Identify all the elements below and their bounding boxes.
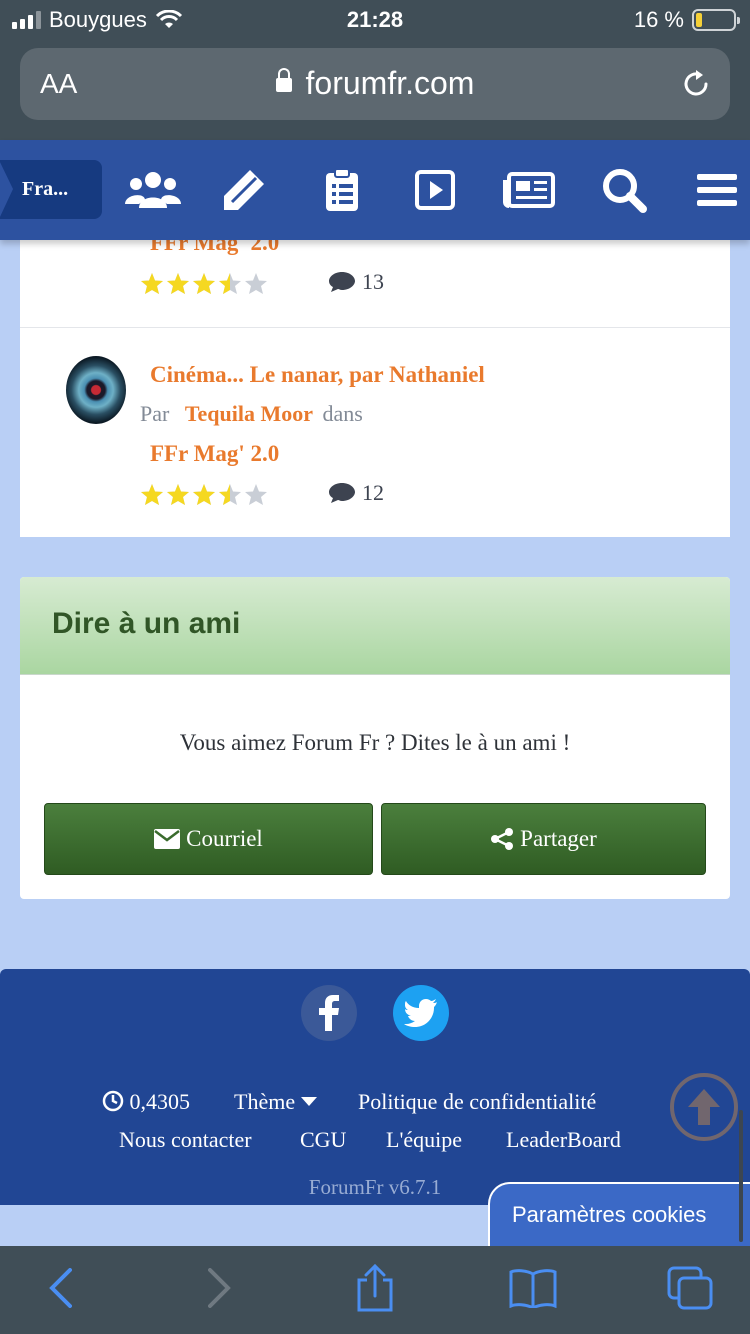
star-full-icon: [193, 484, 215, 505]
bookmarks-icon[interactable]: [507, 1264, 559, 1312]
share-button-label: Partager: [520, 826, 597, 851]
comment-count: 12: [328, 480, 384, 506]
newspaper-icon[interactable]: [501, 166, 557, 214]
share-button[interactable]: Partager: [381, 803, 706, 875]
status-bar: Bouygues 21:28 16 %: [0, 0, 750, 40]
privacy-link[interactable]: Politique de confidentialité: [358, 1089, 596, 1115]
battery-percent: 16 %: [633, 7, 684, 32]
share-widget: Dire à un ami Vous aimez Forum Fr ? Dite…: [20, 577, 730, 899]
author-link[interactable]: Tequila Moor: [185, 401, 313, 426]
comment-count-value: 13: [362, 269, 384, 294]
contact-link[interactable]: Nous contacter: [119, 1127, 252, 1153]
site-footer: 0,4305 Thème Politique de confidentialit…: [0, 969, 750, 1205]
leaderboard-link[interactable]: LeaderBoard: [506, 1127, 621, 1153]
star-empty-icon: [245, 273, 267, 294]
url-display[interactable]: forumfr.com: [20, 65, 730, 102]
browser-toolbar: [0, 1246, 750, 1334]
star-rating: [140, 272, 270, 296]
envelope-icon: [154, 829, 181, 849]
clock-icon: [102, 1090, 124, 1112]
forward-icon[interactable]: [194, 1264, 246, 1312]
arrow-up-icon: [688, 1089, 720, 1125]
theme-selector[interactable]: Thème: [234, 1089, 317, 1115]
article-item: Cinéma... Le nanar, par Nathaniel Par Te…: [20, 328, 730, 537]
articles-list: FFr Mag' 2.0 13 Cinéma... Le nanar, par …: [20, 240, 730, 537]
lock-icon: [275, 68, 292, 92]
in-label: dans: [322, 401, 363, 426]
comment-count-value: 12: [362, 480, 384, 505]
clipboard-icon[interactable]: [314, 166, 370, 214]
page-content: FFr Mag' 2.0 13 Cinéma... Le nanar, par …: [0, 240, 750, 1246]
members-icon[interactable]: [125, 166, 181, 214]
article-item: FFr Mag' 2.0 13: [20, 240, 730, 328]
author-avatar[interactable]: [66, 356, 126, 424]
star-full-icon: [141, 484, 163, 505]
address-bar[interactable]: AA forumfr.com: [20, 48, 730, 120]
article-title-link[interactable]: Cinéma... Le nanar, par Nathaniel: [150, 362, 485, 388]
cgu-link[interactable]: CGU: [300, 1127, 346, 1153]
twitter-icon[interactable]: [393, 985, 449, 1041]
battery-status: 16 %: [633, 7, 740, 33]
load-time: 0,4305: [102, 1089, 190, 1115]
star-full-icon: [193, 273, 215, 294]
menu-icon[interactable]: [689, 166, 745, 214]
tabs-icon[interactable]: [664, 1264, 716, 1312]
article-byline: Par Tequila Moor dans: [140, 401, 363, 427]
domain-text: forumfr.com: [305, 65, 475, 101]
facebook-icon[interactable]: [301, 985, 357, 1041]
search-icon[interactable]: [596, 166, 652, 214]
star-half-icon: [219, 484, 241, 505]
star-full-icon: [167, 484, 189, 505]
comment-count: 13: [328, 269, 384, 295]
email-button[interactable]: Courriel: [44, 803, 373, 875]
back-icon[interactable]: [34, 1264, 86, 1312]
browser-chrome: AA forumfr.com: [0, 40, 750, 140]
comment-icon: [329, 272, 355, 292]
load-time-value: 0,4305: [129, 1089, 191, 1114]
comment-icon: [329, 483, 355, 503]
star-full-icon: [141, 273, 163, 294]
share-widget-title: Dire à un ami: [52, 607, 241, 640]
share-sheet-icon[interactable]: [349, 1264, 401, 1312]
breadcrumb[interactable]: Fra...: [0, 160, 102, 219]
article-forum-link[interactable]: FFr Mag' 2.0: [150, 441, 279, 467]
share-widget-text: Vous aimez Forum Fr ? Dites le à un ami …: [179, 730, 571, 755]
share-widget-header: Dire à un ami: [20, 577, 730, 675]
reload-icon[interactable]: [680, 68, 712, 100]
battery-icon: [692, 9, 740, 31]
scroll-to-top-button[interactable]: [670, 1073, 738, 1141]
email-button-label: Courriel: [186, 826, 263, 851]
team-link[interactable]: L'équipe: [386, 1127, 462, 1153]
article-forum-link[interactable]: FFr Mag' 2.0: [150, 240, 279, 256]
by-label: Par: [140, 401, 170, 426]
caret-down-icon: [300, 1097, 317, 1106]
share-icon: [491, 828, 514, 850]
cookie-settings-button[interactable]: Paramètres cookies: [488, 1182, 750, 1246]
scrollbar[interactable]: [739, 1110, 743, 1242]
star-full-icon: [167, 273, 189, 294]
star-half-icon: [219, 273, 241, 294]
pen-icon[interactable]: [216, 166, 272, 214]
site-navigation: Fra...: [0, 140, 750, 240]
star-empty-icon: [245, 484, 267, 505]
video-icon[interactable]: [407, 166, 463, 214]
star-rating: [140, 483, 270, 507]
theme-label: Thème: [234, 1089, 296, 1114]
